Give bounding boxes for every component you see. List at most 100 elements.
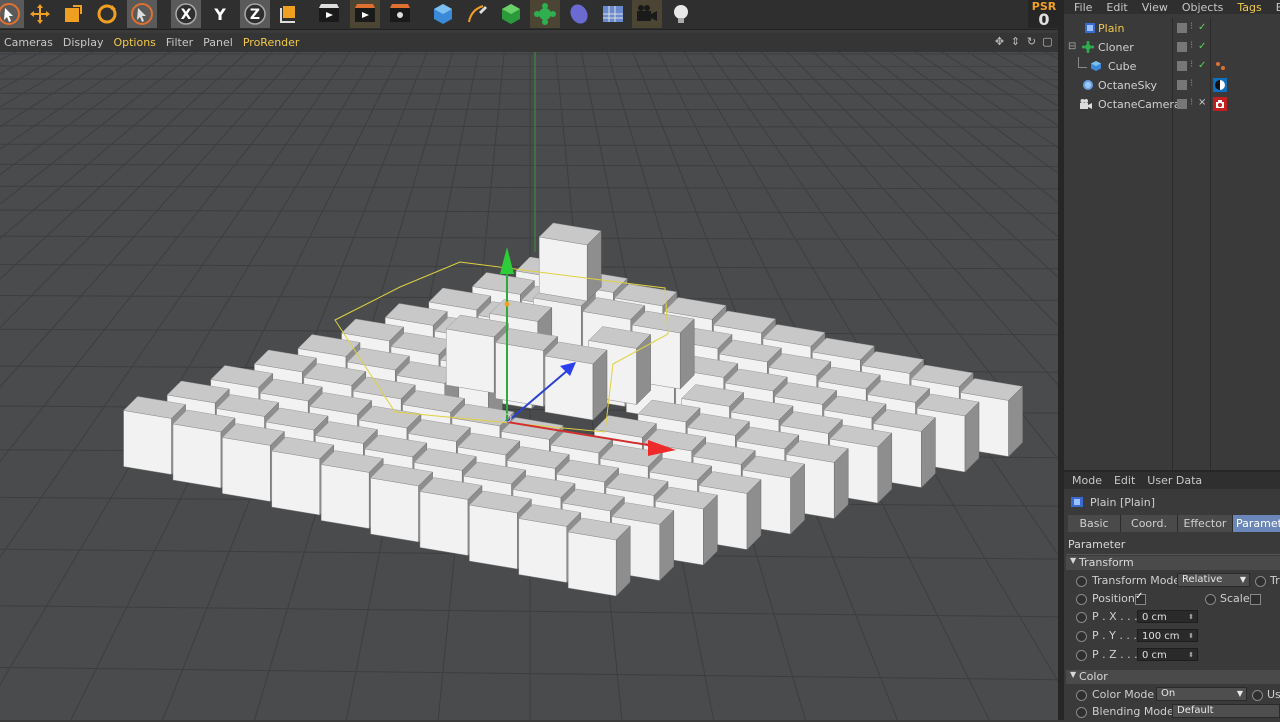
viewport-menu-options[interactable]: Options	[113, 36, 155, 49]
layer-dots-icon[interactable]: ⁝	[1190, 41, 1193, 51]
orbit-view-icon[interactable]: ↻	[1025, 35, 1038, 48]
layer-dots-icon[interactable]: ⁝	[1190, 98, 1193, 108]
animation-radio[interactable]	[1076, 650, 1087, 661]
om-menu-bookmarks[interactable]: B	[1276, 1, 1280, 14]
spline-pen-icon[interactable]	[462, 0, 492, 28]
animation-radio[interactable]	[1076, 612, 1087, 623]
animation-radio[interactable]	[1255, 576, 1266, 587]
editor-visibility-icon[interactable]	[1177, 42, 1187, 52]
render-settings-icon[interactable]	[385, 0, 415, 28]
color-mode-select[interactable]: On ▼	[1156, 687, 1247, 701]
editor-visibility-icon[interactable]	[1177, 23, 1187, 33]
octane-environment-tag-icon[interactable]	[1213, 78, 1227, 92]
scale-checkbox[interactable]	[1250, 594, 1261, 605]
maximize-view-icon[interactable]: ▢	[1041, 35, 1054, 48]
tab-parameter[interactable]: Paramete	[1233, 515, 1280, 532]
dolly-view-icon[interactable]: ⇕	[1009, 35, 1022, 48]
color-group-header[interactable]: ▼ Color	[1066, 670, 1280, 684]
move-tool-icon[interactable]	[25, 0, 55, 28]
stepper-arrows-icon[interactable]: ⬍	[1188, 649, 1194, 662]
recent-tool-icon[interactable]	[127, 0, 157, 28]
animation-radio[interactable]	[1076, 690, 1087, 701]
tab-effector[interactable]: Effector	[1178, 515, 1233, 532]
animation-radio[interactable]	[1076, 631, 1087, 642]
animation-radio[interactable]	[1076, 576, 1087, 587]
axis-z-lock-button[interactable]: Z	[240, 0, 270, 28]
stepper-arrows-icon[interactable]: ⬍	[1188, 630, 1194, 643]
render-view-icon[interactable]	[314, 0, 344, 28]
viewport-menu-filter[interactable]: Filter	[166, 36, 193, 49]
om-menu-view[interactable]: View	[1142, 1, 1168, 14]
editor-visibility-icon[interactable]	[1177, 99, 1187, 109]
object-row-octanesky[interactable]: OctaneSky ⁝	[1064, 76, 1280, 95]
cloner-mograph-icon[interactable]	[530, 0, 560, 28]
object-list: Plain ⁝ ✓ ⊟ Cloner ⁝ ✓ Cube ⁝ ✓ OctaneSk…	[1064, 18, 1280, 470]
floor-environment-icon[interactable]	[598, 0, 628, 28]
layer-dots-icon[interactable]: ⁝	[1190, 60, 1193, 70]
light-object-icon[interactable]	[666, 0, 696, 28]
object-name: OctaneSky	[1098, 79, 1157, 92]
transform-truncated-label: Tr	[1270, 574, 1280, 587]
viewport-menu-panel[interactable]: Panel	[203, 36, 233, 49]
axis-y-lock-button[interactable]: Y	[205, 0, 235, 28]
editor-visibility-icon[interactable]	[1177, 80, 1187, 90]
deformer-icon[interactable]	[564, 0, 594, 28]
coordinate-system-icon[interactable]	[274, 0, 304, 28]
render-to-picture-viewer-icon[interactable]	[350, 0, 380, 28]
animation-radio[interactable]	[1076, 707, 1087, 718]
enabled-check-icon[interactable]: ✓	[1198, 42, 1206, 52]
viewport-menu-prorender[interactable]: ProRender	[243, 36, 300, 49]
am-menu-user-data[interactable]: User Data	[1147, 474, 1202, 487]
blending-mode-select[interactable]: Default	[1172, 704, 1280, 718]
om-menu-tags[interactable]: Tags	[1237, 1, 1261, 14]
attribute-manager-menu: Mode Edit User Data	[1064, 472, 1280, 489]
am-menu-mode[interactable]: Mode	[1072, 474, 1102, 487]
animation-radio[interactable]	[1205, 594, 1216, 605]
om-menu-edit[interactable]: Edit	[1106, 1, 1127, 14]
position-z-input[interactable]: 0 cm ⬍	[1137, 648, 1198, 661]
3d-viewport[interactable]	[0, 52, 1058, 720]
dropdown-arrow-icon: ▼	[1240, 574, 1246, 586]
transform-mode-select[interactable]: Relative ▼	[1177, 573, 1250, 587]
position-y-input[interactable]: 100 cm ⬍	[1137, 629, 1198, 642]
transform-group-header[interactable]: ▼ Transform	[1066, 556, 1280, 570]
om-menu-file[interactable]: File	[1074, 1, 1092, 14]
viewport-menu-cameras[interactable]: Cameras	[4, 36, 53, 49]
disabled-x-icon[interactable]: ⨯	[1198, 98, 1206, 108]
object-manager: File Edit View Objects Tags B Plain ⁝ ✓ …	[1064, 0, 1280, 470]
object-row-cube[interactable]: Cube ⁝ ✓	[1064, 57, 1280, 76]
viewport-menu-display[interactable]: Display	[63, 36, 104, 49]
axis-x-lock-button[interactable]: X	[171, 0, 201, 28]
tab-coord[interactable]: Coord.	[1121, 515, 1178, 532]
collapse-icon[interactable]: ⊟	[1068, 41, 1076, 52]
layer-dots-icon[interactable]: ⁝	[1190, 79, 1193, 89]
scale-label: Scale	[1220, 592, 1250, 605]
animation-radio[interactable]	[1252, 690, 1263, 701]
position-x-input[interactable]: 0 cm ⬍	[1137, 610, 1198, 623]
object-row-plain[interactable]: Plain ⁝ ✓	[1064, 19, 1280, 38]
live-selection-icon[interactable]	[0, 0, 24, 28]
animation-radio[interactable]	[1076, 594, 1087, 605]
enabled-check-icon[interactable]: ✓	[1198, 23, 1206, 33]
viewport-canvas[interactable]	[0, 52, 1058, 720]
am-menu-edit[interactable]: Edit	[1114, 474, 1135, 487]
cube-primitive-icon[interactable]	[428, 0, 458, 28]
transform-mode-label: Transform Mode	[1092, 574, 1180, 587]
material-tag-icon[interactable]	[1214, 60, 1226, 72]
object-row-octanecamera[interactable]: OctaneCamera ⁝ ⨯	[1064, 95, 1280, 114]
scale-tool-icon[interactable]	[58, 0, 88, 28]
subdivision-surface-icon[interactable]	[496, 0, 526, 28]
plain-effector-icon	[1070, 496, 1084, 508]
octane-camera-tag-icon[interactable]	[1213, 97, 1227, 111]
stepper-arrows-icon[interactable]: ⬍	[1188, 611, 1194, 624]
om-menu-objects[interactable]: Objects	[1182, 1, 1224, 14]
pan-view-icon[interactable]: ✥	[993, 35, 1006, 48]
tab-basic[interactable]: Basic	[1068, 515, 1121, 532]
object-row-cloner[interactable]: ⊟ Cloner ⁝ ✓	[1064, 38, 1280, 57]
editor-visibility-icon[interactable]	[1177, 61, 1187, 71]
rotate-tool-icon[interactable]	[92, 0, 122, 28]
layer-dots-icon[interactable]: ⁝	[1190, 22, 1193, 32]
blending-mode-row: Blending Mode Default	[1064, 704, 1280, 722]
enabled-check-icon[interactable]: ✓	[1198, 61, 1206, 71]
camera-object-icon[interactable]	[632, 0, 662, 28]
